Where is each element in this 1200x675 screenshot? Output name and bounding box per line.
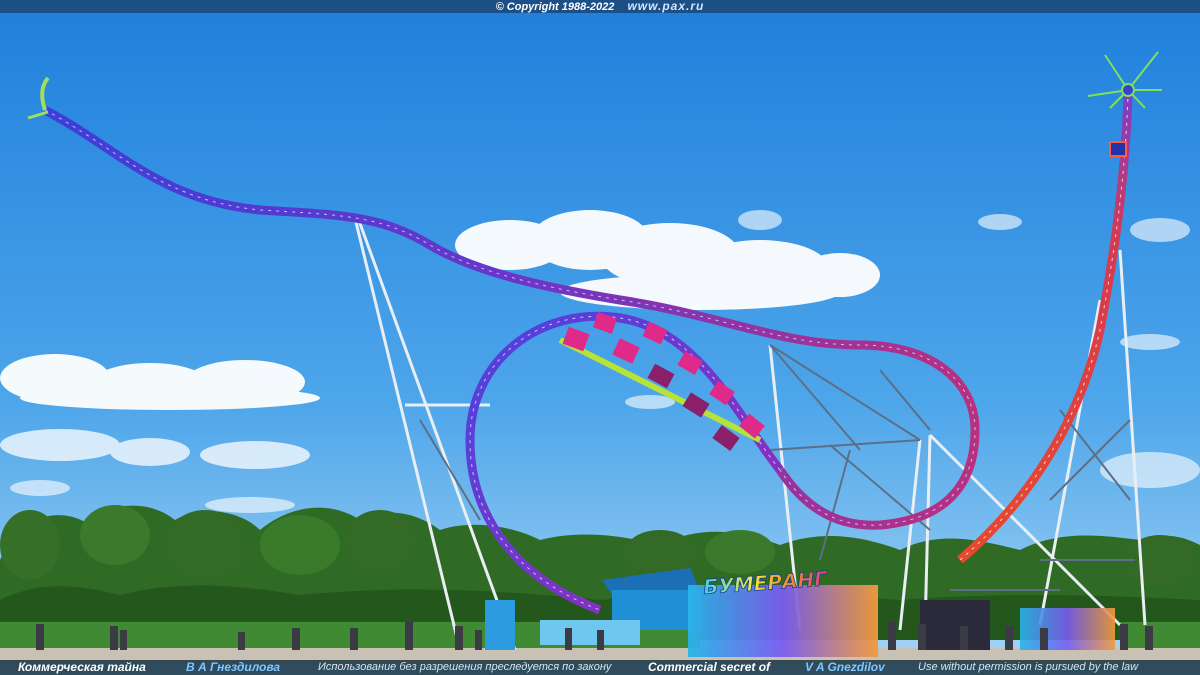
footer-ru-notice: Использование без разрешения преследуетс… — [318, 661, 612, 673]
footer-en-author: V A Gnezdilov — [805, 660, 885, 674]
footer-bar: Коммерческая тайна В А Гнездилова Исполь… — [0, 660, 1200, 675]
footer-ru-label: Коммерческая тайна — [18, 660, 146, 674]
footer-en-notice: Use without permission is pursued by the… — [918, 661, 1139, 673]
copyright-text: © Copyright 1988-2022 — [495, 1, 615, 13]
coaster-scene: БУМЕРАНГ — [0, 0, 1200, 675]
copyright-bar: © Copyright 1988-2022 www.pax.ru — [0, 0, 1200, 13]
footer-en-label: Commercial secret of — [648, 660, 771, 674]
spike-car — [1109, 141, 1127, 157]
hedge-right — [1120, 622, 1200, 652]
site-link[interactable]: www.pax.ru — [627, 0, 704, 13]
footer-ru-author: В А Гнездилова — [186, 660, 281, 674]
